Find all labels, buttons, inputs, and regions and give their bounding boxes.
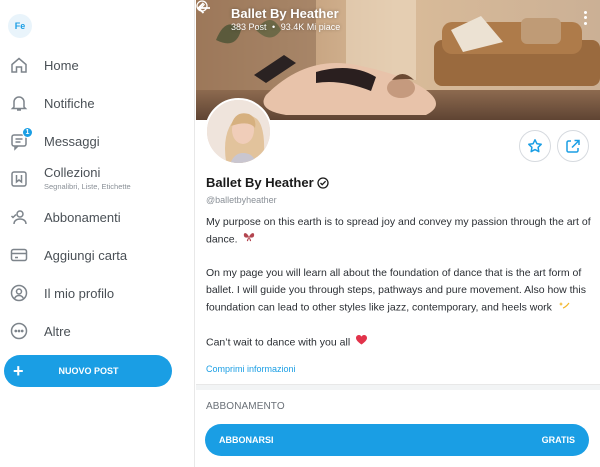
share-icon xyxy=(565,138,581,154)
sidebar-item-profile[interactable]: Il mio profilo xyxy=(0,274,195,312)
profile-main: Ballet By Heather 383 Post • 93.4K Mi pi… xyxy=(196,0,600,467)
profile-icon xyxy=(9,283,29,303)
share-button[interactable] xyxy=(557,130,589,162)
profile-name: Ballet By Heather xyxy=(206,175,329,190)
butterfly-icon xyxy=(243,231,255,248)
sidebar-item-label: Altre xyxy=(44,323,71,339)
more-icon xyxy=(9,321,29,341)
new-post-button[interactable]: + NUOVO POST xyxy=(4,355,172,387)
plus-icon: + xyxy=(13,361,24,381)
subscribe-button[interactable]: ABBONARSI GRATIS xyxy=(205,424,589,456)
bookmark-icon xyxy=(9,169,29,189)
card-icon xyxy=(9,245,29,265)
bio-paragraph: On my page you will learn all about the … xyxy=(206,265,594,316)
dizzy-star-icon xyxy=(558,299,570,316)
likes-count: 93.4K Mi piace xyxy=(280,22,341,32)
sidebar-item-home[interactable]: Home xyxy=(0,46,195,84)
heart-icon xyxy=(356,334,368,351)
sidebar-item-subscriptions[interactable]: Abbonamenti xyxy=(0,198,195,236)
home-icon xyxy=(9,55,29,75)
collapse-info-link[interactable]: Comprimi informazioni xyxy=(206,364,296,374)
sidebar-item-label: Il mio profilo xyxy=(44,285,115,301)
subscribe-price: GRATIS xyxy=(541,435,575,445)
sidebar-item-label: Notifiche xyxy=(44,95,95,111)
sidebar-item-sublabel: Segnalibri, Liste, Etichette xyxy=(44,181,131,191)
bell-icon xyxy=(9,93,29,113)
bio-paragraph: Can’t wait to dance with you all xyxy=(206,334,594,351)
more-options-icon[interactable] xyxy=(578,10,592,26)
subscription-title: ABBONAMENTO xyxy=(206,401,285,412)
stats-separator: • xyxy=(272,22,276,32)
sidebar-item-messages[interactable]: 1 Messaggi xyxy=(0,122,195,160)
back-arrow-icon[interactable] xyxy=(197,2,222,28)
subscriptions-icon xyxy=(9,207,29,227)
sidebar-item-label: Aggiungi carta xyxy=(44,247,128,263)
cover-stats: 383 Post • 93.4K Mi piace xyxy=(231,22,343,32)
sidebar-item-more[interactable]: Altre xyxy=(0,312,195,350)
profile-photo xyxy=(207,100,270,163)
user-avatar[interactable]: Fe xyxy=(8,14,32,38)
sidebar-item-label: Home xyxy=(44,57,79,73)
sidebar: Fe Home Notifiche 1 Messaggi Collezioni … xyxy=(0,0,195,467)
sidebar-item-label: Collezioni xyxy=(44,164,101,180)
profile-handle: @balletbyheather xyxy=(206,195,277,205)
sidebar-item-label: Abbonamenti xyxy=(44,209,121,225)
section-divider xyxy=(196,384,600,390)
profile-bio: My purpose on this earth is to spread jo… xyxy=(206,214,594,351)
profile-avatar[interactable] xyxy=(205,98,272,165)
sidebar-item-notifications[interactable]: Notifiche xyxy=(0,84,195,122)
sidebar-item-collections[interactable]: Collezioni Segnalibri, Liste, Etichette xyxy=(0,160,195,198)
cover-profile-name: Ballet By Heather xyxy=(196,0,343,21)
unread-badge: 1 xyxy=(22,127,33,138)
sidebar-nav: Home Notifiche 1 Messaggi Collezioni Seg… xyxy=(0,46,195,350)
post-count: 383 Post xyxy=(231,22,267,32)
verified-icon xyxy=(317,176,329,189)
star-icon xyxy=(527,138,543,154)
cover-header: Ballet By Heather 383 Post • 93.4K Mi pi… xyxy=(196,0,600,40)
subscribe-label: ABBONARSI xyxy=(219,435,274,445)
cover-image: Ballet By Heather 383 Post • 93.4K Mi pi… xyxy=(196,0,600,120)
sidebar-item-add-card[interactable]: Aggiungi carta xyxy=(0,236,195,274)
sidebar-item-label: Messaggi xyxy=(44,133,100,149)
favorite-button[interactable] xyxy=(519,130,551,162)
new-post-label: NUOVO POST xyxy=(58,366,119,376)
bio-paragraph: My purpose on this earth is to spread jo… xyxy=(206,214,594,248)
